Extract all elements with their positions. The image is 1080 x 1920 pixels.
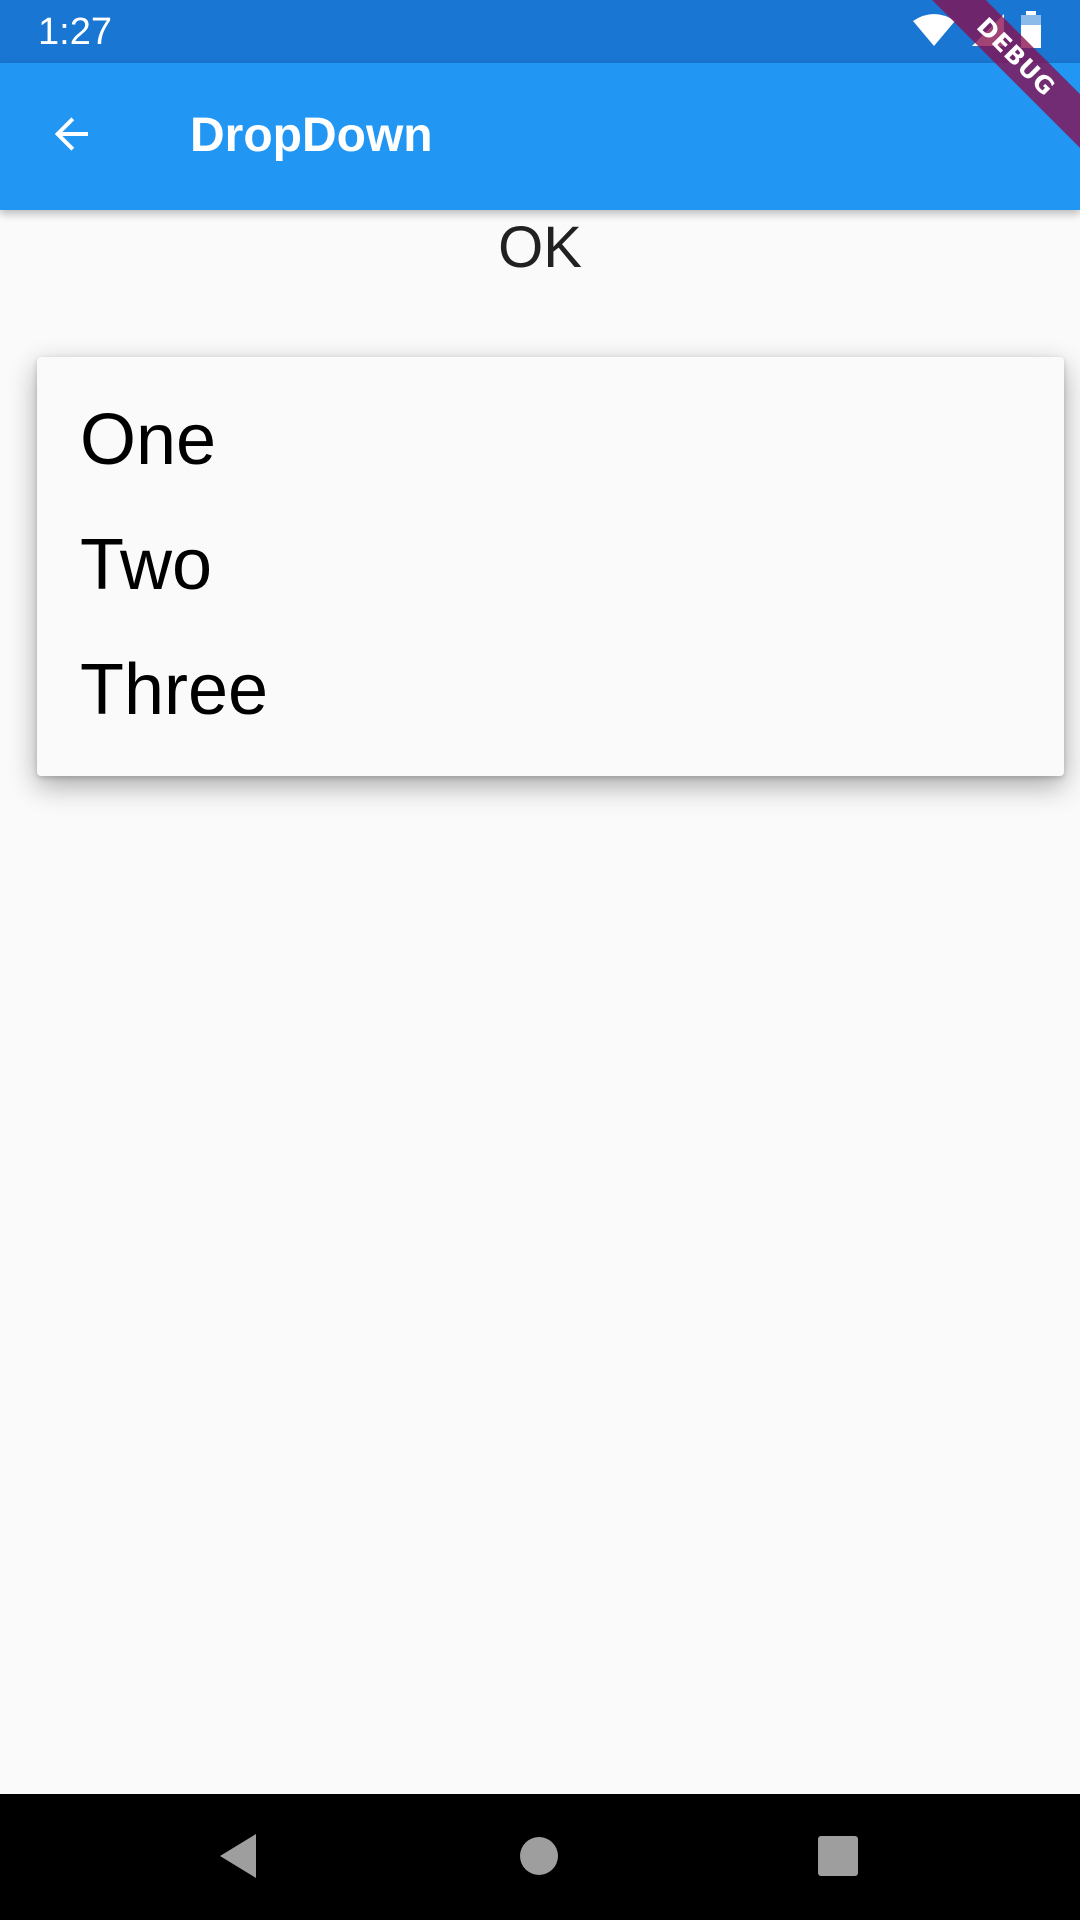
back-triangle-icon (216, 1832, 260, 1885)
selected-value-text: OK (498, 215, 582, 280)
recents-square-icon (817, 1835, 859, 1882)
app-bar: DropDown (0, 63, 1080, 210)
home-circle-icon (519, 1836, 559, 1881)
nav-back-button[interactable] (202, 1822, 274, 1894)
dropdown-item-two[interactable]: Two (37, 502, 1064, 627)
nav-home-button[interactable] (503, 1822, 575, 1894)
wifi-icon (912, 13, 956, 52)
arrow-back-icon (48, 110, 96, 163)
battery-icon (1020, 10, 1042, 54)
dropdown-menu: One Two Three (37, 357, 1064, 776)
dropdown-item-three[interactable]: Three (37, 627, 1064, 752)
status-bar: 1:27 (0, 0, 1080, 63)
screen: 1:27 DropDown DEBUG OK One Two Three (0, 0, 1080, 1920)
status-time: 1:27 (38, 11, 112, 53)
status-icons (912, 10, 1042, 54)
back-button[interactable] (36, 100, 108, 172)
dropdown-item-one[interactable]: One (37, 377, 1064, 502)
app-title: DropDown (190, 109, 433, 162)
navigation-bar (0, 1794, 1080, 1920)
signal-icon (970, 12, 1006, 53)
nav-recents-button[interactable] (802, 1822, 874, 1894)
